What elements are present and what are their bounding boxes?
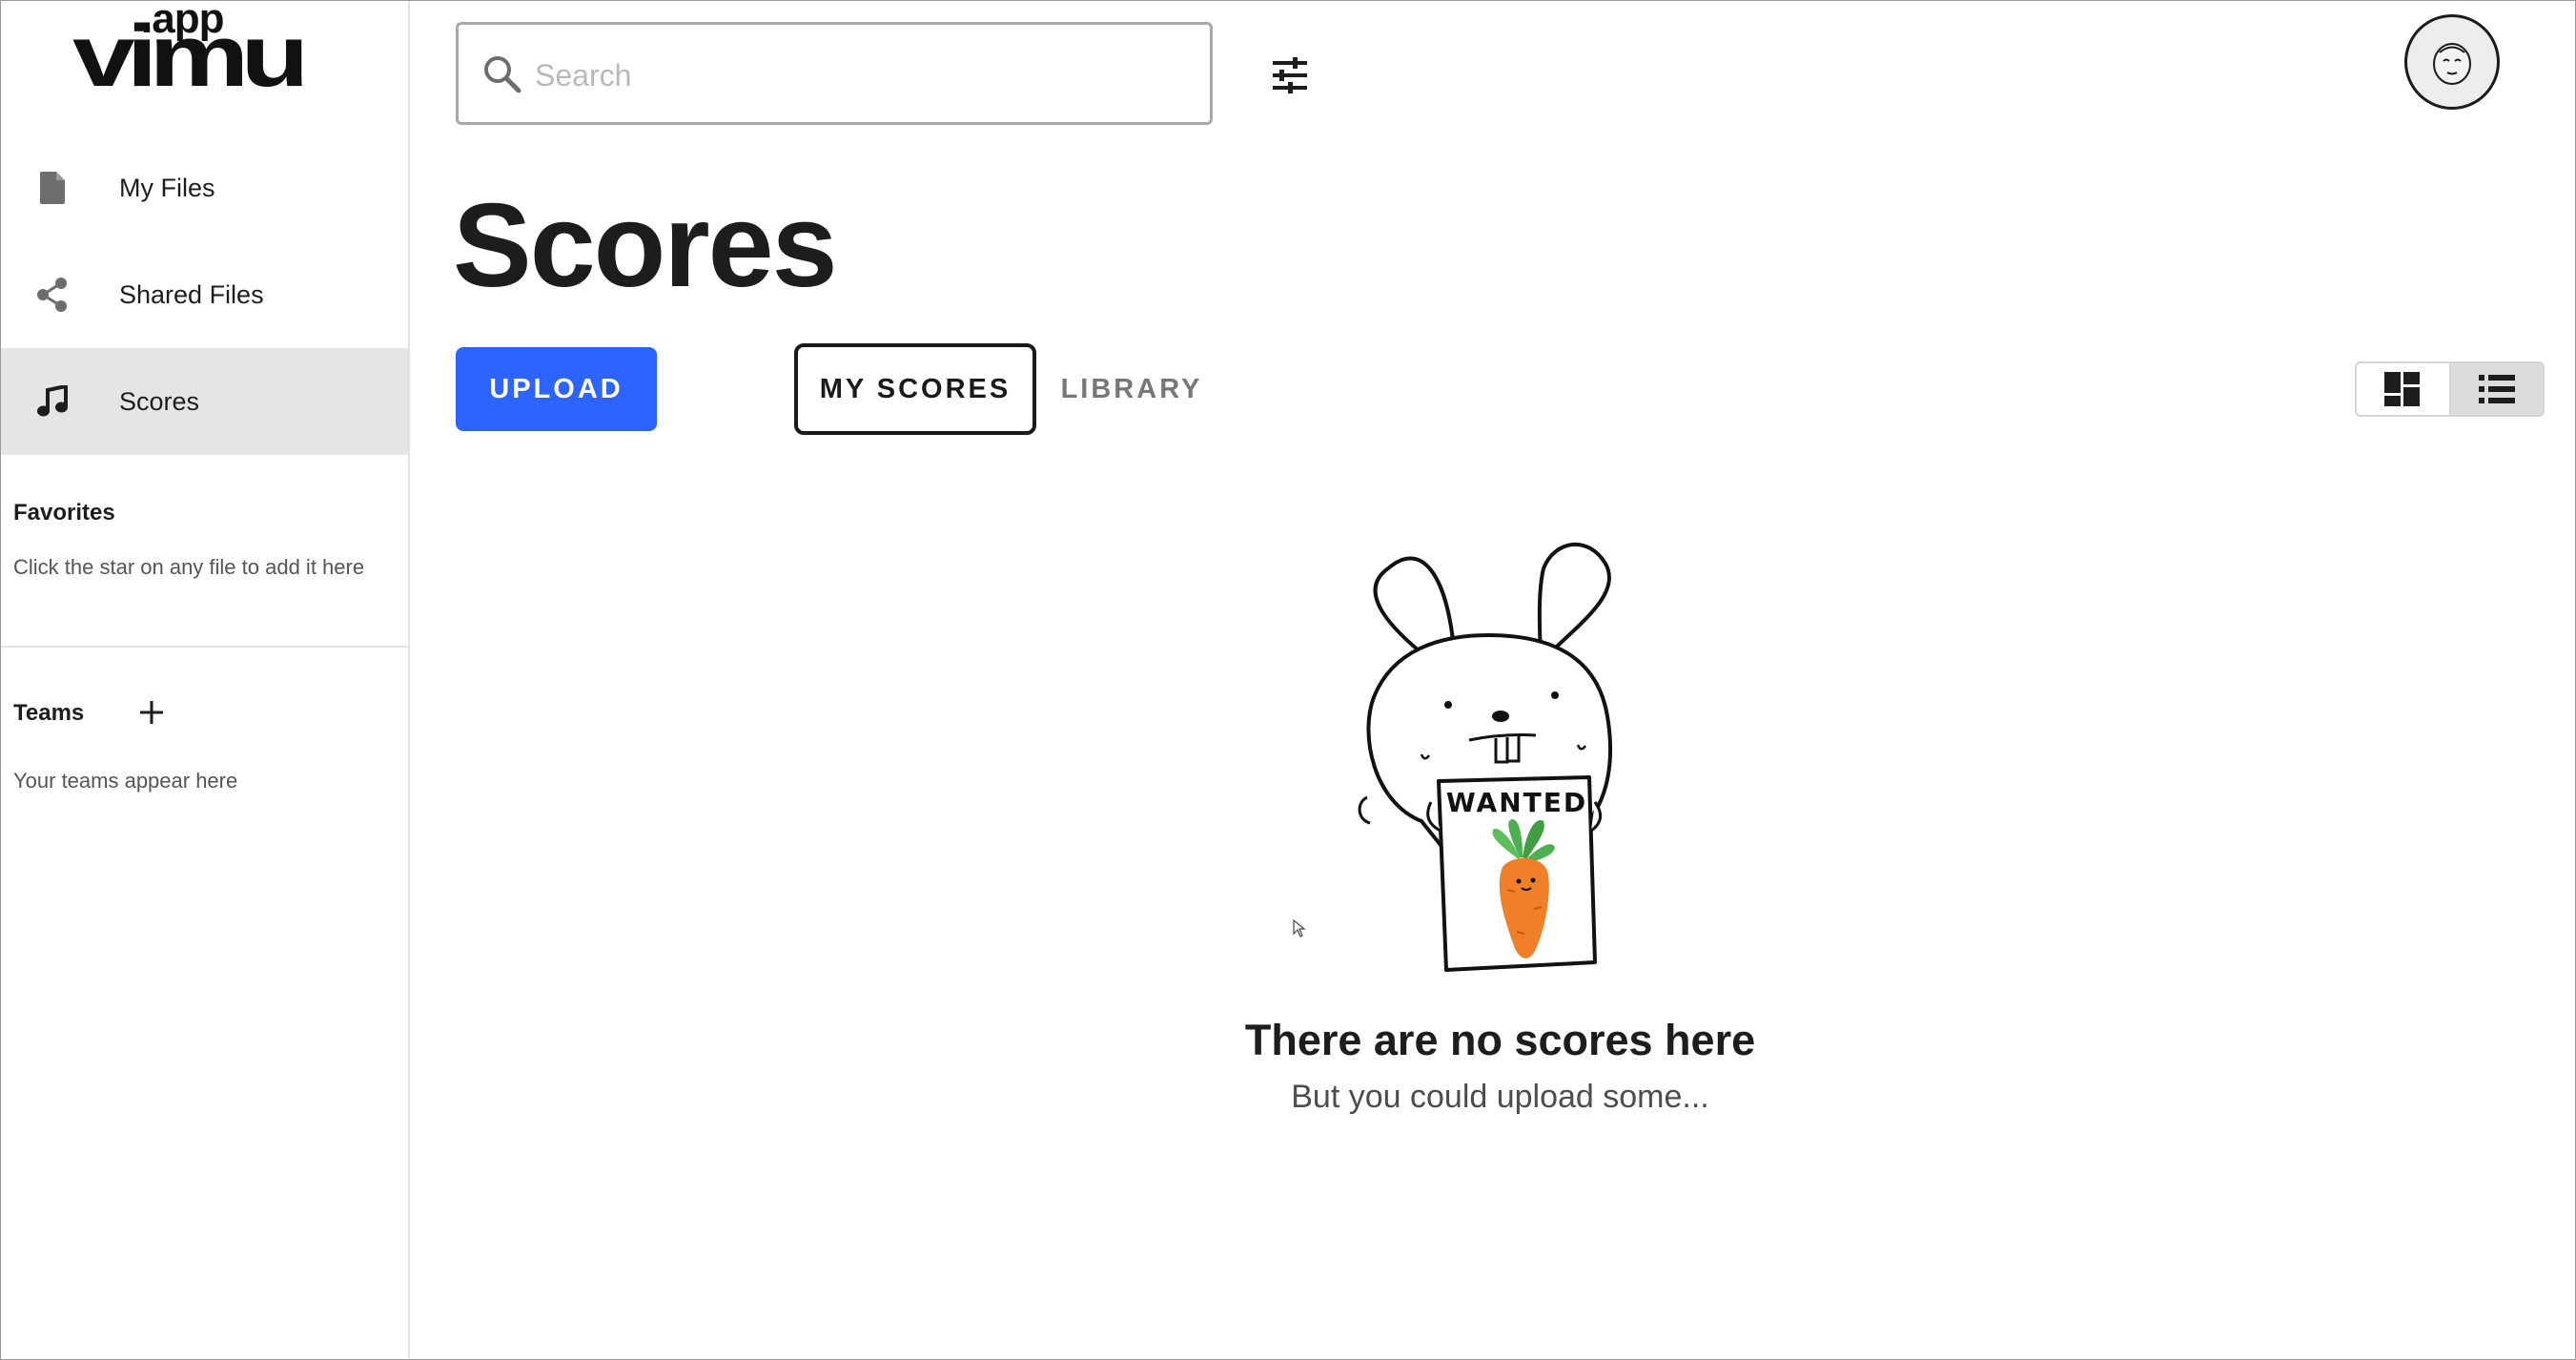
sidebar: .app vimu My Files Shared Files Scores F… (1, 1, 410, 1359)
sidebar-item-label: Shared Files (119, 279, 264, 309)
favorites-heading: Favorites (13, 500, 115, 525)
sidebar-item-scores[interactable]: Scores (1, 348, 408, 455)
search-box[interactable] (456, 22, 1213, 125)
add-team-button[interactable] (134, 695, 169, 730)
user-avatar[interactable] (2404, 14, 2500, 110)
list-view-button[interactable] (2450, 363, 2543, 415)
sidebar-item-label: Scores (119, 386, 200, 416)
plus-icon (140, 701, 163, 724)
search-icon (484, 56, 521, 93)
sidebar-item-shared-files[interactable]: Shared Files (1, 241, 408, 348)
wanted-sign-text: WANTED (1446, 787, 1587, 818)
search-input[interactable] (533, 48, 1185, 103)
sidebar-divider (1, 646, 408, 648)
share-icon (33, 276, 72, 314)
mouse-cursor-icon (1293, 918, 1306, 938)
grid-view-button[interactable] (2357, 363, 2449, 415)
sidebar-item-my-files[interactable]: My Files (1, 134, 408, 241)
tab-my-scores[interactable]: MY SCORES (794, 343, 1036, 435)
vimu-logo[interactable]: .app vimu (72, 1, 330, 115)
logo-wordmark: vimu (72, 7, 309, 106)
teams-heading: Teams (13, 700, 85, 726)
avatar-face-icon (2433, 43, 2471, 85)
favorites-hint: Click the star on any file to add it her… (13, 555, 365, 579)
page-title: Scores (453, 180, 838, 312)
upload-button[interactable]: UPLOAD (456, 347, 657, 431)
filter-button[interactable] (1267, 52, 1313, 98)
teams-hint: Your teams appear here (13, 769, 238, 793)
dashboard-grid-icon (2384, 372, 2421, 406)
empty-state-title: There are no scores here (1244, 1016, 1756, 1064)
sliders-icon (1273, 57, 1307, 93)
list-icon (2478, 375, 2515, 403)
tab-library[interactable]: LIBRARY (1050, 343, 1214, 435)
view-toggle (2355, 361, 2545, 417)
sidebar-item-label: My Files (119, 173, 215, 202)
empty-state-subtitle: But you could upload some... (1291, 1079, 1709, 1115)
music-note-icon (33, 382, 72, 421)
file-icon (33, 169, 72, 207)
bunny-wanted-illustration: WANTED (1358, 542, 1612, 972)
app-window: .app vimu My Files Shared Files Scores F… (0, 0, 2576, 1360)
